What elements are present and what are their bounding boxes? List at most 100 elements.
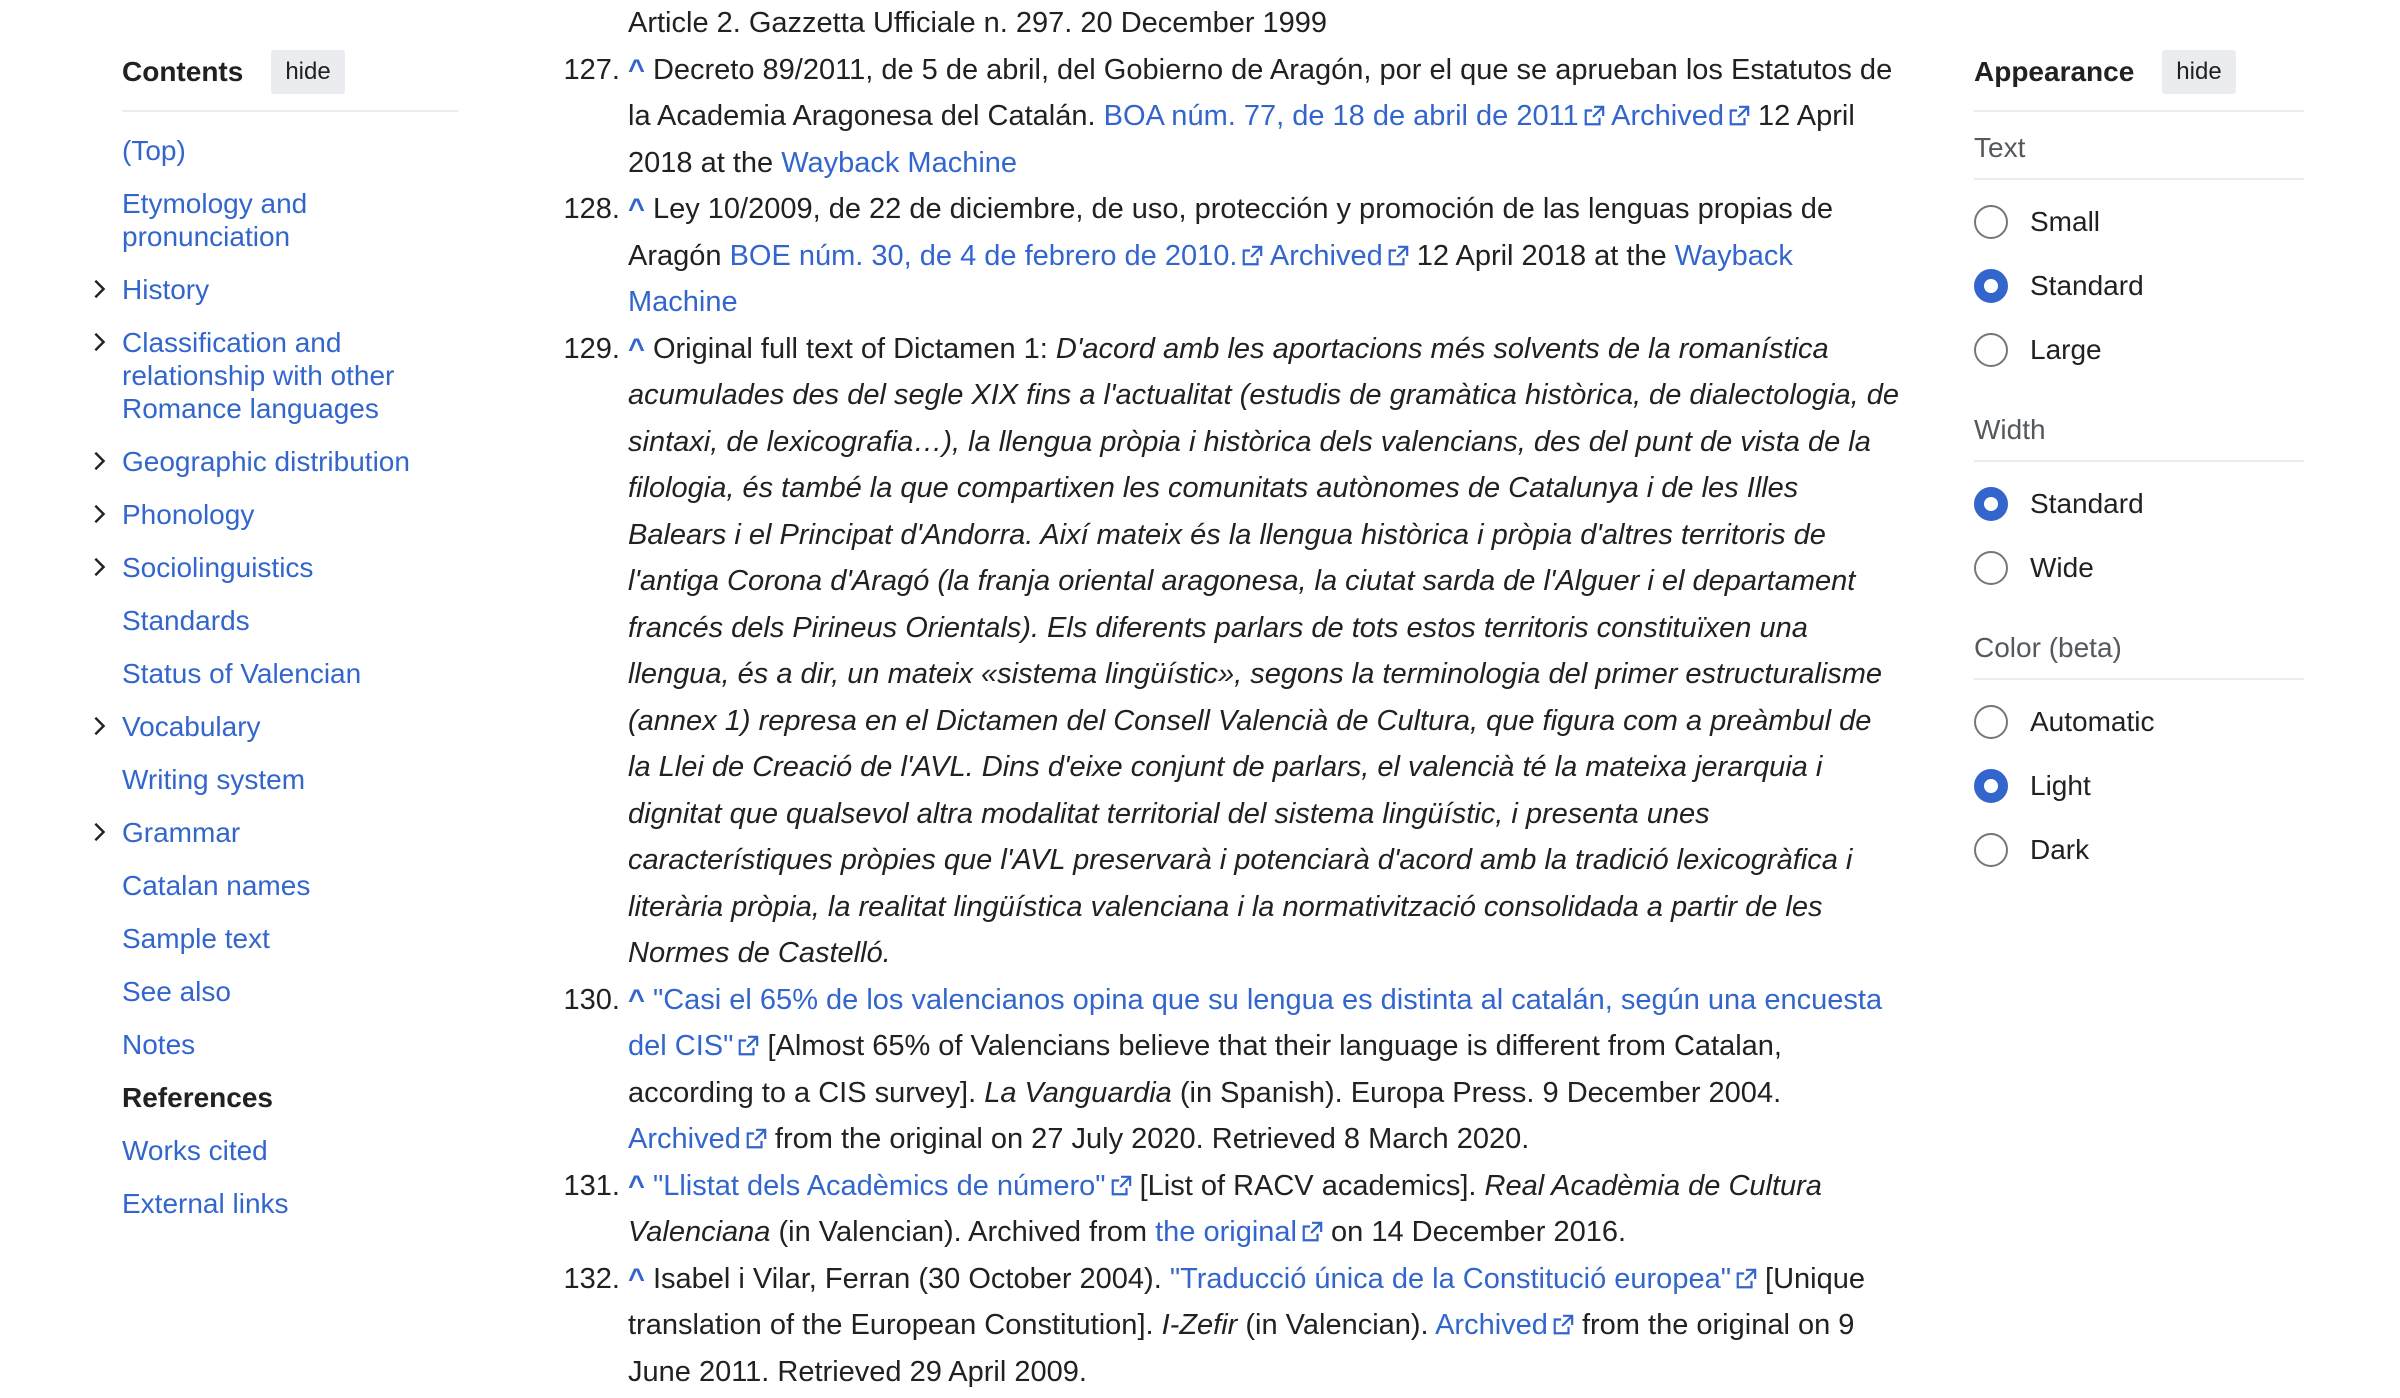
toc-header: Contents hide (122, 48, 458, 112)
width-heading: Width (1974, 394, 2304, 462)
backlink-caret[interactable]: ^ (628, 1170, 645, 1202)
radio-button[interactable] (1974, 833, 2008, 867)
toc-link[interactable]: Sociolinguistics (122, 552, 313, 583)
color-option-automatic[interactable]: Automatic (1974, 690, 2304, 754)
article-title-link[interactable]: "Traducció única de la Constitució europ… (1170, 1263, 1731, 1295)
chevron-right-icon[interactable] (88, 278, 110, 300)
chevron-right-icon[interactable] (88, 715, 110, 737)
boe-link[interactable]: BOE núm. 30, de 4 de febrero de 2010. (730, 240, 1238, 272)
external-link-icon (745, 1128, 767, 1150)
radio-button[interactable] (1974, 551, 2008, 585)
toc-link[interactable]: Vocabulary (122, 711, 261, 742)
dictamen-quote: D'acord amb les aportacions més solvents… (628, 332, 1899, 970)
radio-button[interactable] (1974, 269, 2008, 303)
toc-link[interactable]: Classification and relationship with oth… (122, 327, 394, 424)
reference-number: 127. (563, 53, 620, 86)
chevron-right-icon[interactable] (88, 450, 110, 472)
toc-link[interactable]: Notes (122, 1029, 195, 1060)
chevron-right-icon[interactable] (88, 821, 110, 843)
backlink-caret[interactable]: ^ (628, 333, 645, 365)
text-option-large[interactable]: Large (1974, 318, 2304, 382)
toc-item-geographic-distribution[interactable]: Geographic distribution (88, 445, 458, 478)
width-option-wide[interactable]: Wide (1974, 536, 2304, 600)
toc-item-classification-and-relationship-with-other-romance-languages[interactable]: Classification and relationship with oth… (88, 326, 458, 425)
backlink-caret[interactable]: ^ (628, 984, 645, 1016)
toc-item-etymology-and-pronunciation[interactable]: Etymology and pronunciation (88, 187, 458, 253)
toc-link[interactable]: Catalan names (122, 870, 310, 901)
toc-link[interactable]: Works cited (122, 1135, 268, 1166)
external-link-icon (1583, 105, 1605, 127)
toc-link[interactable]: Standards (122, 605, 250, 636)
toc-item-works-cited[interactable]: Works cited (88, 1134, 458, 1167)
chevron-right-icon[interactable] (88, 503, 110, 525)
reference-127: 127. ^ Decreto 89/2011, de 5 de abril, de… (560, 47, 1900, 187)
reference-number: 132. (563, 1262, 620, 1295)
toc-link[interactable]: Status of Valencian (122, 658, 361, 689)
toc-item-writing-system[interactable]: Writing system (88, 763, 458, 796)
toc-link[interactable]: External links (122, 1188, 289, 1219)
radio-button[interactable] (1974, 705, 2008, 739)
width-option-standard[interactable]: Standard (1974, 472, 2304, 536)
color-heading: Color (beta) (1974, 612, 2304, 680)
toc-link[interactable]: Grammar (122, 817, 240, 848)
appearance-hide-button[interactable]: hide (2162, 50, 2236, 94)
radio-button[interactable] (1974, 205, 2008, 239)
toc-link[interactable]: See also (122, 976, 231, 1007)
radio-button[interactable] (1974, 487, 2008, 521)
boa-link[interactable]: BOA núm. 77, de 18 de abril de 2011 (1104, 100, 1579, 132)
toc-hide-button[interactable]: hide (271, 50, 345, 94)
external-link-icon (1552, 1314, 1574, 1336)
toc-item-standards[interactable]: Standards (88, 604, 458, 637)
chevron-right-icon[interactable] (88, 331, 110, 353)
original-link[interactable]: the original (1155, 1216, 1297, 1248)
toc-item-sociolinguistics[interactable]: Sociolinguistics (88, 551, 458, 584)
external-link-icon (1301, 1221, 1323, 1243)
backlink-caret[interactable]: ^ (628, 54, 645, 86)
archived-link[interactable]: Archived (1435, 1309, 1548, 1341)
archived-link[interactable]: Archived (1611, 100, 1724, 132)
toc-link[interactable]: Sample text (122, 923, 270, 954)
toc-link[interactable]: Phonology (122, 499, 254, 530)
toc-link[interactable]: References (122, 1082, 273, 1113)
toc-link[interactable]: Etymology and pronunciation (122, 188, 307, 252)
reference-text: (in Spanish). Europa Press. 9 December 2… (1171, 1076, 1782, 1109)
toc-link[interactable]: Geographic distribution (122, 446, 410, 477)
radio-button[interactable] (1974, 333, 2008, 367)
toc-item-catalan-names[interactable]: Catalan names (88, 869, 458, 902)
width-options: Standard Wide (1974, 462, 2304, 612)
backlink-caret[interactable]: ^ (628, 1263, 645, 1295)
appearance-panel: Appearance hide Text Small Standard Large … (1974, 48, 2304, 894)
chevron-right-icon[interactable] (88, 556, 110, 578)
toc-item-notes[interactable]: Notes (88, 1028, 458, 1061)
toc-link[interactable]: Writing system (122, 764, 305, 795)
toc-item-phonology[interactable]: Phonology (88, 498, 458, 531)
reference-number: 128. (563, 193, 620, 225)
backlink-caret[interactable]: ^ (628, 193, 645, 225)
archived-link[interactable]: Archived (628, 1123, 741, 1155)
toc-item-sample-text[interactable]: Sample text (88, 922, 458, 955)
text-option-small[interactable]: Small (1974, 190, 2304, 254)
toc-item-history[interactable]: History (88, 273, 458, 306)
reference-text: from the original on 27 July 2020. Retri… (766, 1123, 1530, 1155)
toc-item-external-links[interactable]: External links (88, 1187, 458, 1220)
toc-item-references[interactable]: References (88, 1081, 458, 1114)
toc-link[interactable]: History (122, 274, 209, 305)
reference-text: (in Valencian). Archived from (770, 1216, 1156, 1248)
reference-131: 131. ^ "Llistat dels Acadèmics de número"… (560, 1163, 1900, 1256)
text-option-standard[interactable]: Standard (1974, 254, 2304, 318)
article-title-link[interactable]: "Llistat dels Acadèmics de número" (653, 1170, 1106, 1202)
toc-item-see-also[interactable]: See also (88, 975, 458, 1008)
color-option-dark[interactable]: Dark (1974, 818, 2304, 882)
toc-link[interactable]: (Top) (122, 135, 186, 166)
appearance-title: Appearance (1974, 56, 2135, 87)
wayback-machine-link[interactable]: Wayback Machine (781, 147, 1017, 179)
option-label: Dark (2030, 834, 2090, 865)
appearance-header: Appearance hide (1974, 48, 2304, 112)
toc-item-grammar[interactable]: Grammar (88, 816, 458, 849)
color-option-light[interactable]: Light (1974, 754, 2304, 818)
toc-item-vocabulary[interactable]: Vocabulary (88, 710, 458, 743)
toc-item-status-of-valencian[interactable]: Status of Valencian (88, 657, 458, 690)
archived-link[interactable]: Archived (1270, 240, 1383, 272)
toc-item-top[interactable]: (Top) (88, 134, 458, 167)
radio-button[interactable] (1974, 769, 2008, 803)
